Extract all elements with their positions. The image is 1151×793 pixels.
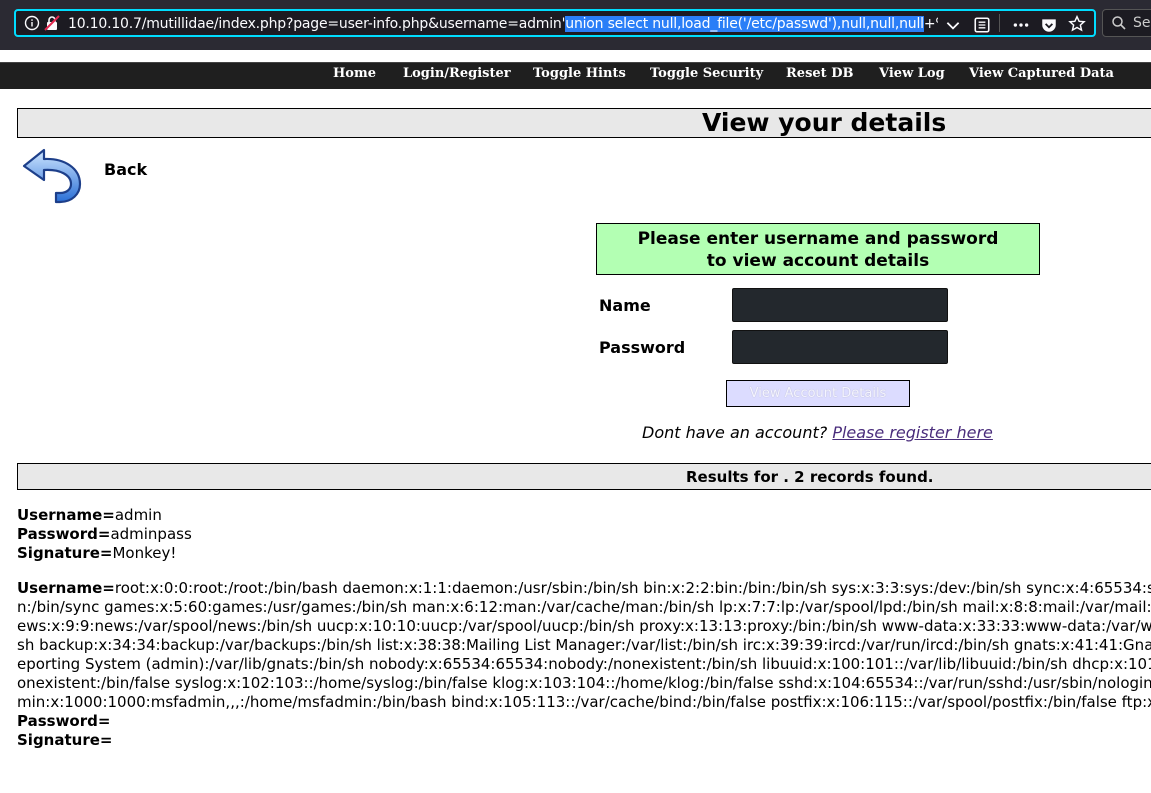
password-key: Password=: [17, 525, 111, 543]
nav-toggle-security[interactable]: Toggle Security: [650, 66, 763, 81]
nav-login-register[interactable]: Login/Register: [403, 66, 511, 81]
name-label: Name: [599, 296, 651, 315]
address-bar[interactable]: 10.10.10.7/mutillidae/index.php?page=use…: [14, 9, 1096, 37]
pocket-icon[interactable]: [1040, 16, 1058, 34]
more-actions-icon[interactable]: [1012, 16, 1030, 34]
signature-key: Signature=: [17, 544, 113, 562]
nav-toggle-hints[interactable]: Toggle Hints: [533, 66, 626, 81]
record-signature: Signature=Monkey!: [17, 544, 1151, 563]
nav-view-log[interactable]: View Log: [879, 66, 945, 81]
view-account-details-button[interactable]: View Account Details: [726, 380, 910, 407]
back-link[interactable]: Back: [104, 160, 147, 179]
url-suffix: +%23&: [923, 16, 938, 32]
username-value: root:x:0:0:root:/root:/bin/bash daemon:x…: [17, 579, 1151, 711]
signature-key: Signature=: [17, 731, 113, 749]
insecure-lock-icon[interactable]: [44, 15, 60, 31]
register-prompt: Dont have an account? Please register he…: [642, 423, 993, 442]
login-prompt-line-2: to view account details: [706, 251, 930, 271]
view-account-details-label: View Account Details: [749, 386, 887, 401]
url-text[interactable]: 10.10.10.7/mutillidae/index.php?page=use…: [68, 15, 938, 33]
nav-home[interactable]: Home: [333, 66, 376, 81]
record-username: Username=admin: [17, 506, 1151, 525]
username-key: Username=: [17, 506, 115, 524]
nav-view-captured-data[interactable]: View Captured Data: [969, 66, 1114, 81]
login-prompt-line-1: Please enter username and password: [637, 229, 999, 249]
password-label: Password: [599, 338, 686, 357]
page-title-bar: View your details: [17, 108, 1151, 138]
password-value: adminpass: [110, 525, 192, 543]
username-value: admin: [114, 506, 162, 524]
browser-toolbar: 10.10.10.7/mutillidae/index.php?page=use…: [0, 0, 1151, 50]
results-bar: Results for . 2 records found.: [17, 463, 1151, 490]
record-signature: Signature=: [17, 731, 1151, 750]
name-field[interactable]: [732, 288, 948, 322]
password-field[interactable]: [732, 330, 948, 364]
password-key: Password=: [17, 712, 111, 730]
url-prefix: 10.10.10.7/mutillidae/index.php?page=use…: [68, 16, 566, 32]
nav-reset-db[interactable]: Reset DB: [786, 66, 853, 81]
info-icon[interactable]: [24, 15, 40, 31]
bookmark-star-icon[interactable]: [1068, 15, 1086, 33]
url-selection: union select null,load_file('/etc/passwd…: [565, 16, 924, 32]
search-icon: [1112, 16, 1126, 30]
login-prompt-box: Please enter username and password to vi…: [596, 223, 1040, 275]
username-key: Username=: [17, 579, 115, 597]
chevron-down-icon[interactable]: [944, 16, 962, 34]
record-username: Username=root:x:0:0:root:/root:/bin/bash…: [17, 579, 1151, 712]
search-input[interactable]: Se: [1102, 9, 1151, 37]
back-arrow-icon[interactable]: [20, 146, 86, 204]
record: Username=root:x:0:0:root:/root:/bin/bash…: [17, 579, 1151, 750]
site-nav: Home Login/Register Toggle Hints Toggle …: [0, 62, 1151, 89]
record-password: Password=adminpass: [17, 525, 1151, 544]
record: Username=admin Password=adminpass Signat…: [17, 506, 1151, 563]
results-list: Username=admin Password=adminpass Signat…: [17, 506, 1151, 766]
register-text: Dont have an account?: [642, 423, 828, 442]
search-placeholder: Se: [1133, 15, 1151, 31]
toolbar-divider: [999, 14, 1000, 32]
page-title: View your details: [702, 108, 947, 137]
register-link[interactable]: Please register here: [832, 423, 993, 442]
record-password: Password=: [17, 712, 1151, 731]
results-count: Results for . 2 records found.: [686, 468, 934, 486]
signature-value: Monkey!: [112, 544, 177, 562]
reader-view-icon[interactable]: [973, 16, 991, 34]
